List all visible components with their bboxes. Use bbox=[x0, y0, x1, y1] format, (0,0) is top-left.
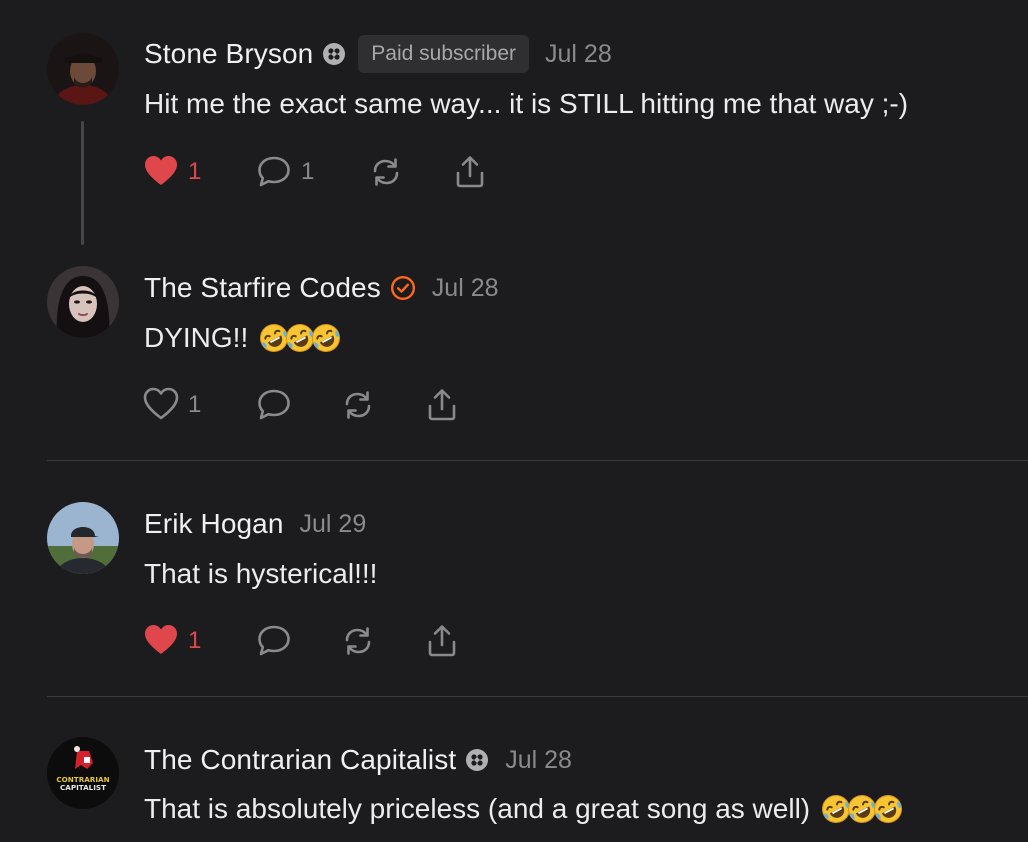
reply-button[interactable] bbox=[256, 387, 292, 423]
comment-text-content: Hit me the exact same way... it is STILL… bbox=[144, 88, 909, 119]
restack-button[interactable] bbox=[368, 154, 404, 190]
author-name[interactable]: Stone Bryson bbox=[144, 38, 313, 70]
comment-text-content: That is hysterical!!! bbox=[144, 558, 378, 589]
emoji-group bbox=[258, 322, 336, 354]
author-name[interactable]: The Starfire Codes bbox=[144, 272, 381, 304]
avatar[interactable] bbox=[47, 502, 119, 574]
comment-text: Hit me the exact same way... it is STILL… bbox=[144, 84, 908, 124]
subscriber-badge-icon bbox=[322, 42, 346, 66]
rofl-emoji bbox=[310, 322, 342, 354]
comment-text-content: That is absolutely priceless (and a grea… bbox=[144, 793, 811, 824]
subscriber-badge-icon bbox=[465, 748, 489, 772]
comment-header: The Contrarian Capitalist Jul 28 bbox=[144, 740, 572, 780]
heart-outline-icon bbox=[143, 387, 179, 423]
share-icon bbox=[424, 623, 460, 659]
restack-button[interactable] bbox=[340, 387, 376, 423]
share-button[interactable] bbox=[452, 154, 488, 190]
restack-icon bbox=[340, 623, 376, 659]
comment-text: That is hysterical!!! bbox=[144, 554, 377, 594]
avatar[interactable] bbox=[47, 33, 119, 105]
avatar-logo-text: CAPITALIST bbox=[60, 783, 106, 792]
restack-button[interactable] bbox=[340, 623, 376, 659]
comment-date[interactable]: Jul 29 bbox=[300, 510, 367, 539]
divider bbox=[47, 460, 1028, 461]
author-name[interactable]: The Contrarian Capitalist bbox=[144, 744, 456, 776]
avatar[interactable]: CONTRARIAN CAPITALIST bbox=[47, 737, 119, 809]
like-count: 1 bbox=[188, 158, 202, 185]
divider bbox=[47, 696, 1028, 697]
comment-header: Erik Hogan Jul 29 bbox=[144, 504, 366, 544]
comment-icon bbox=[256, 387, 292, 423]
comment-text: That is absolutely priceless (and a grea… bbox=[144, 789, 898, 829]
emoji-group bbox=[820, 793, 898, 825]
reply-button[interactable] bbox=[256, 623, 292, 659]
like-button[interactable]: 1 bbox=[143, 154, 201, 190]
comment-date[interactable]: Jul 28 bbox=[505, 746, 572, 775]
like-button[interactable]: 1 bbox=[143, 387, 201, 423]
reply-count: 1 bbox=[301, 158, 315, 185]
comment-date[interactable]: Jul 28 bbox=[432, 274, 499, 303]
like-count: 1 bbox=[188, 391, 202, 418]
comment-header: Stone Bryson Paid subscriber Jul 28 bbox=[144, 34, 612, 74]
restack-icon bbox=[368, 154, 404, 190]
thread-line bbox=[81, 121, 84, 245]
share-button[interactable] bbox=[424, 387, 460, 423]
share-icon bbox=[424, 387, 460, 423]
heart-icon bbox=[143, 154, 179, 190]
comment-icon bbox=[256, 154, 292, 190]
comment-text: DYING!! bbox=[144, 318, 336, 358]
comment-text-content: DYING!! bbox=[144, 322, 249, 353]
like-count: 1 bbox=[188, 627, 202, 654]
avatar[interactable] bbox=[47, 266, 119, 338]
verified-check-icon bbox=[390, 275, 416, 301]
paid-subscriber-badge: Paid subscriber bbox=[358, 35, 530, 73]
restack-icon bbox=[340, 387, 376, 423]
comment-date[interactable]: Jul 28 bbox=[545, 40, 612, 69]
heart-icon bbox=[143, 623, 179, 659]
rofl-emoji bbox=[872, 793, 904, 825]
author-name[interactable]: Erik Hogan bbox=[144, 508, 284, 540]
share-button[interactable] bbox=[424, 623, 460, 659]
comment-icon bbox=[256, 623, 292, 659]
reply-button[interactable]: 1 bbox=[256, 154, 314, 190]
comment-header: The Starfire Codes Jul 28 bbox=[144, 268, 499, 308]
like-button[interactable]: 1 bbox=[143, 623, 201, 659]
share-icon bbox=[452, 154, 488, 190]
